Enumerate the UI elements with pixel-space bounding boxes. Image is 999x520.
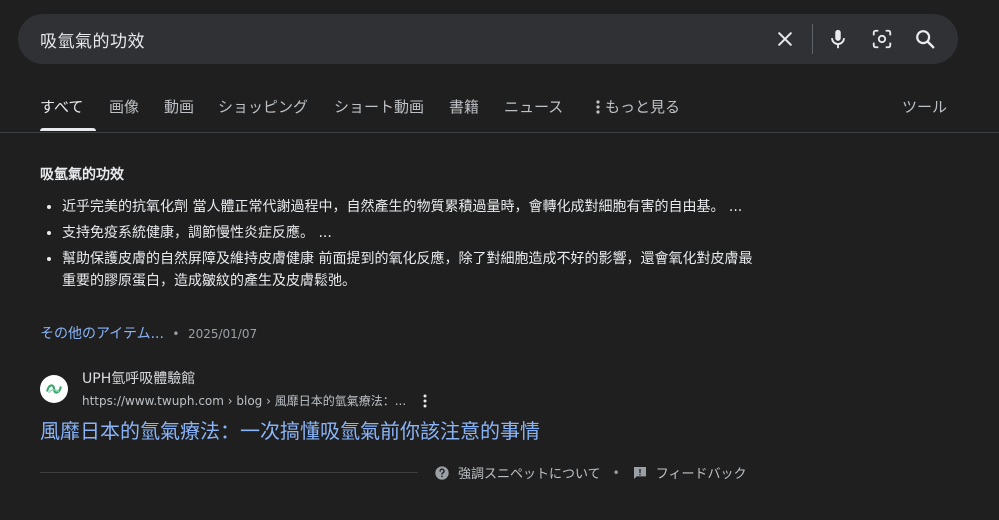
- help-icon: [435, 465, 449, 480]
- site-url[interactable]: https://www.twuph.com › blog › 風靡日本的氫氣療法…: [82, 392, 406, 409]
- tab-all[interactable]: すべて: [40, 96, 83, 117]
- tools-button[interactable]: ツール: [902, 96, 947, 117]
- clear-icon[interactable]: [773, 27, 797, 51]
- feedback-button[interactable]: フィードバック: [632, 463, 747, 482]
- more-items-link[interactable]: その他のアイテム...: [40, 326, 164, 342]
- footer-divider: [40, 472, 418, 473]
- search-divider: [812, 24, 813, 54]
- result-title-link[interactable]: 風靡日本的氫氣療法：一次搞懂吸氫氣前你該注意的事情: [40, 415, 540, 444]
- tab-shopping[interactable]: ショッピング: [218, 96, 308, 117]
- result-menu-icon[interactable]: [418, 392, 432, 410]
- snippet-list: 近乎完美的抗氧化劑 當人體正常代謝過程中，自然產生的物質累積過量時，會轉化成對細…: [40, 196, 762, 296]
- footer-separator: •: [612, 465, 620, 480]
- search-icon[interactable]: [913, 27, 937, 51]
- snippet-footer: 強調スニペットについて • フィードバック: [434, 463, 746, 482]
- tab-more[interactable]: もっと見る: [595, 96, 680, 117]
- snippet-more-row: その他のアイテム... • 2025/01/07: [40, 323, 257, 343]
- feedback-icon: [633, 466, 646, 479]
- snippet-date: 2025/01/07: [187, 327, 258, 341]
- tab-more-label: もっと見る: [605, 98, 681, 116]
- search-input[interactable]: 吸氫氣的功效: [40, 27, 145, 52]
- active-tab-indicator: [40, 128, 96, 131]
- search-bar[interactable]: 吸氫氣的功效: [18, 14, 958, 64]
- tab-videos[interactable]: 動画: [164, 96, 194, 117]
- snippet-title: 吸氫氣的功效: [40, 167, 124, 183]
- about-snippet-label: 強調スニペットについて: [458, 467, 601, 482]
- tab-news[interactable]: ニュース: [504, 96, 563, 117]
- tab-books[interactable]: 書籍: [449, 96, 479, 117]
- microphone-icon[interactable]: [826, 27, 850, 51]
- feedback-label: フィードバック: [655, 467, 747, 482]
- list-item: 近乎完美的抗氧化劑 當人體正常代謝過程中，自然產生的物質累積過量時，會轉化成對細…: [62, 196, 762, 218]
- search-results-page: 吸氫氣的功效 すべて 画像 動画 ショッピング ショート動画 書籍 ニュース も…: [0, 0, 999, 520]
- tab-images[interactable]: 画像: [109, 96, 139, 117]
- separator-dot: •: [172, 327, 180, 341]
- site-favicon-icon[interactable]: [40, 375, 68, 403]
- tab-short-videos[interactable]: ショート動画: [334, 96, 424, 117]
- about-snippet-button[interactable]: 強調スニペットについて: [434, 463, 601, 482]
- camera-lens-icon[interactable]: [870, 27, 894, 51]
- site-name[interactable]: UPH氫呼吸體驗館: [82, 368, 195, 388]
- list-item: 支持免疫系統健康，調節慢性炎症反應。 ...: [62, 222, 762, 244]
- search-tabs: すべて 画像 動画 ショッピング ショート動画 書籍 ニュース もっと見る ツー…: [0, 88, 999, 133]
- more-vert-icon: [596, 99, 600, 114]
- list-item: 幫助保護皮膚的自然屏障及維持皮膚健康 前面提到的氧化反應，除了對細胞造成不好的影…: [62, 248, 762, 292]
